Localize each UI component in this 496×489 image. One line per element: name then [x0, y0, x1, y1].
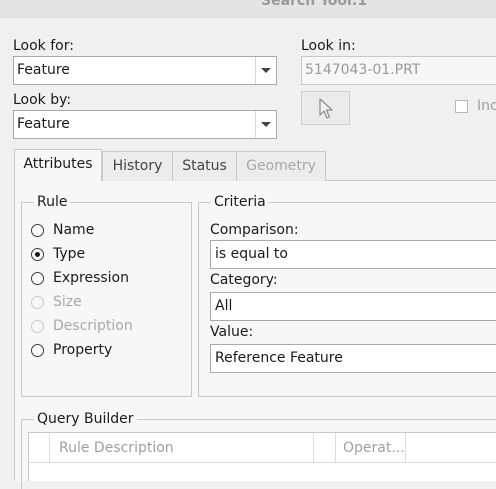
rule-option-property-radio[interactable]: [31, 344, 44, 357]
select-object-button[interactable]: [301, 91, 350, 125]
rule-group-title: Rule: [34, 194, 71, 210]
look-in-value: 5147043-01.PRT: [305, 62, 421, 78]
comparison-dropdown[interactable]: is equal to: [210, 240, 496, 269]
column-separator: [313, 433, 314, 463]
tab-status[interactable]: Status: [172, 151, 237, 181]
column-separator: [335, 433, 336, 463]
category-dropdown[interactable]: All: [210, 292, 496, 321]
category-value: All: [215, 298, 233, 314]
look-by-value: Feature: [17, 116, 70, 132]
rule-group: [21, 202, 192, 397]
column-header-operator[interactable]: Operat...: [343, 440, 405, 456]
rule-option-expression-label[interactable]: Expression: [53, 270, 129, 286]
rule-option-description-radio: [31, 320, 44, 333]
cursor-icon: [319, 98, 333, 119]
query-table-header: Rule Description Operat...: [29, 433, 496, 463]
window-title: Search Tool:1: [261, 0, 368, 9]
rule-option-property-label[interactable]: Property: [53, 342, 112, 358]
include-checkbox[interactable]: [455, 100, 468, 113]
look-in-label: Look in:: [301, 38, 356, 54]
rule-option-size-radio: [31, 296, 44, 309]
query-builder-table[interactable]: Rule Description Operat...: [28, 432, 496, 481]
look-for-dropdown[interactable]: Feature: [13, 56, 277, 85]
look-by-dropdown[interactable]: Feature: [13, 110, 277, 139]
look-for-label: Look for:: [13, 38, 74, 54]
chevron-down-icon[interactable]: [255, 111, 276, 138]
comparison-label: Comparison:: [210, 222, 299, 238]
look-for-value: Feature: [17, 62, 70, 78]
tab-history[interactable]: History: [102, 151, 173, 181]
look-by-label: Look by:: [13, 92, 72, 108]
include-checkbox-label: Inc: [477, 98, 496, 114]
tab-attributes[interactable]: Attributes: [14, 149, 102, 182]
rule-option-type-label[interactable]: Type: [53, 246, 85, 262]
chevron-down-icon[interactable]: [255, 57, 276, 84]
value-field-value: Reference Feature: [215, 350, 343, 366]
column-separator: [405, 433, 406, 463]
rule-option-description-label: Description: [53, 318, 133, 334]
value-dropdown[interactable]: Reference Feature: [210, 344, 496, 373]
look-in-field[interactable]: 5147043-01.PRT: [301, 56, 496, 85]
rule-option-name-radio[interactable]: [31, 224, 44, 237]
title-bar: Search Tool:1: [0, 0, 496, 18]
column-header-rule-description[interactable]: Rule Description: [59, 440, 174, 456]
category-label: Category:: [210, 272, 278, 288]
rule-option-size-label: Size: [53, 294, 82, 310]
criteria-group-title: Criteria: [211, 194, 269, 210]
rule-option-type-radio[interactable]: [31, 248, 44, 261]
query-builder-title: Query Builder: [34, 411, 137, 427]
column-separator: [49, 433, 50, 463]
value-label: Value:: [210, 324, 254, 340]
comparison-value: is equal to: [215, 246, 288, 262]
rule-option-expression-radio[interactable]: [31, 272, 44, 285]
tab-geometry: Geometry: [236, 151, 326, 181]
rule-option-name-label[interactable]: Name: [53, 222, 94, 238]
